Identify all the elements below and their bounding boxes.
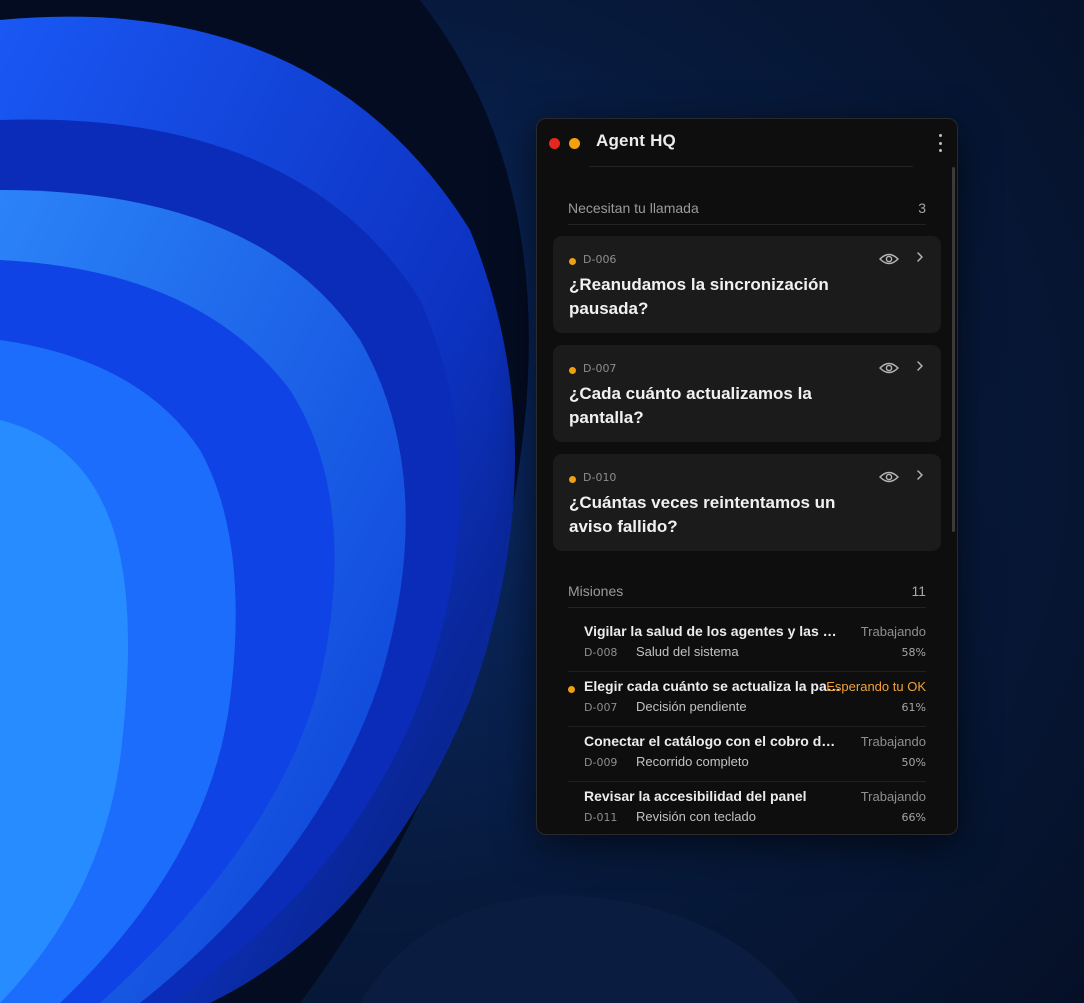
eye-icon[interactable] bbox=[879, 361, 899, 375]
mission-status: Trabajando bbox=[860, 624, 926, 639]
chevron-right-icon[interactable] bbox=[915, 360, 925, 372]
mission-status: Trabajando bbox=[860, 789, 926, 804]
card-question: ¿Cuántas veces reintentamos un aviso fal… bbox=[569, 493, 836, 536]
pending-dot bbox=[568, 686, 575, 693]
card-id: D-007 bbox=[583, 362, 617, 375]
decision-card[interactable]: D-010 ¿Cuántas veces reintentamos un avi… bbox=[553, 454, 941, 551]
mission-status: Trabajando bbox=[860, 734, 926, 749]
mission-subtitle: Revisión con teclado bbox=[636, 809, 756, 824]
window-title: Agent HQ bbox=[596, 131, 676, 150]
card-question: ¿Cada cuánto actualizamos la pantalla? bbox=[569, 384, 812, 427]
eye-icon[interactable] bbox=[879, 470, 899, 484]
card-id: D-006 bbox=[583, 253, 617, 266]
card-id: D-010 bbox=[583, 471, 617, 484]
mission-row[interactable]: Vigilar la salud de los agentes y las he… bbox=[568, 617, 926, 672]
section-header-attention: Necesitan tu llamada 3 bbox=[568, 190, 926, 225]
decision-card[interactable]: D-006 ¿Reanudamos la sincronización paus… bbox=[553, 236, 941, 333]
section-label: Necesitan tu llamada bbox=[568, 200, 699, 216]
chevron-right-icon[interactable] bbox=[915, 469, 925, 481]
title-divider bbox=[589, 166, 913, 167]
mission-subtitle: Salud del sistema bbox=[636, 644, 739, 659]
kebab-menu-icon[interactable] bbox=[937, 134, 943, 152]
section-header-missions: Misiones 11 bbox=[568, 573, 926, 608]
agent-hq-panel: Agent HQ Necesitan tu llamada 3 D-006 ¿R… bbox=[536, 118, 958, 835]
mission-progress: 50% bbox=[901, 756, 926, 769]
pending-dot bbox=[569, 258, 576, 265]
close-dot[interactable] bbox=[549, 138, 560, 149]
decision-card[interactable]: D-007 ¿Cada cuánto actualizamos la panta… bbox=[553, 345, 941, 442]
mission-id: D-008 bbox=[584, 646, 618, 659]
section-label: Misiones bbox=[568, 583, 624, 599]
pending-dot bbox=[569, 476, 576, 483]
mission-progress: 66% bbox=[901, 811, 926, 824]
eye-icon[interactable] bbox=[879, 252, 899, 266]
minimize-dot[interactable] bbox=[569, 138, 580, 149]
mission-row[interactable]: Revisar la accesibilidad del panel Traba… bbox=[568, 782, 926, 834]
mission-row[interactable]: Elegir cada cuánto se actualiza la panta… bbox=[568, 672, 926, 727]
mission-status: Esperando tu OK bbox=[826, 679, 926, 694]
mission-subtitle: Recorrido completo bbox=[636, 754, 749, 769]
mission-progress: 58% bbox=[901, 646, 926, 659]
mission-id: D-007 bbox=[584, 701, 618, 714]
section-count: 3 bbox=[918, 200, 926, 216]
scrollbar[interactable] bbox=[952, 167, 955, 532]
section-count: 11 bbox=[911, 583, 926, 599]
mission-id: D-009 bbox=[584, 756, 618, 769]
chevron-right-icon[interactable] bbox=[915, 251, 925, 263]
pending-dot bbox=[569, 367, 576, 374]
mission-id: D-011 bbox=[584, 811, 618, 824]
mission-title: Revisar la accesibilidad del panel bbox=[584, 788, 807, 804]
mission-row[interactable]: Conectar el catálogo con el cobro de ped… bbox=[568, 727, 926, 782]
mission-progress: 61% bbox=[901, 701, 926, 714]
titlebar: Agent HQ bbox=[537, 119, 957, 167]
card-question: ¿Reanudamos la sincronización pausada? bbox=[569, 275, 829, 318]
mission-title: Conectar el catálogo con el cobro de ped… bbox=[584, 733, 842, 749]
mission-subtitle: Decisión pendiente bbox=[636, 699, 747, 714]
mission-title: Vigilar la salud de los agentes y las he… bbox=[584, 623, 842, 639]
mission-title: Elegir cada cuánto se actualiza la panta… bbox=[584, 678, 842, 694]
